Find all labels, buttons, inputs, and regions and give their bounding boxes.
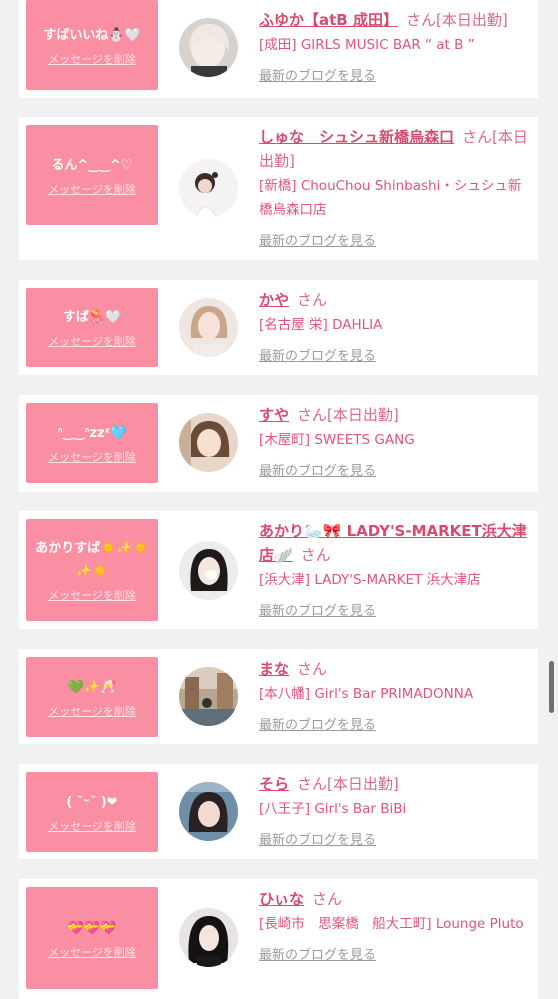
latest-blog-link[interactable]: 最新のブログを見る <box>259 460 376 479</box>
cast-name-link[interactable]: まな <box>259 660 289 678</box>
latest-blog-link[interactable]: 最新のブログを見る <box>259 345 376 364</box>
avatar[interactable] <box>179 18 238 77</box>
list-item: るん^‿‿^♡ メッセージを削除 しゅな シュシュ新橋烏森口 さん[本日出勤] [… <box>19 117 538 260</box>
item-info: ふゆか【atB 成田】 さん[本日出勤] [成田] GIRLS MUSIC BAR… <box>259 8 531 84</box>
latest-blog-link[interactable]: 最新のブログを見る <box>259 944 376 963</box>
shop-name: [浜大津] LADY'S-MARKET 浜大津店 <box>259 572 481 588</box>
avatar-photo-icon <box>179 541 238 600</box>
avatar[interactable] <box>179 908 238 967</box>
delete-message-link[interactable]: メッセージを削除 <box>48 51 136 67</box>
item-info: かや さん [名古屋 栄] DAHLIA 最新のブログを見る <box>259 288 531 364</box>
delete-message-link[interactable]: メッセージを削除 <box>48 818 136 834</box>
message-bubble: ᐢ‿‿ᐢzzᶻ🩵 メッセージを削除 <box>26 403 158 483</box>
avatar-photo-icon <box>179 298 238 357</box>
message-bubble: ( ˘ᵕ˘ )❤ メッセージを削除 <box>26 772 158 852</box>
delete-message-link[interactable]: メッセージを削除 <box>48 703 136 719</box>
message-text: 💚✨🥂 <box>67 679 117 695</box>
message-text: 💝💝💝 <box>67 920 117 936</box>
scrollbar[interactable] <box>549 661 554 713</box>
list-item: すば🪼🤍 メッセージを削除 かや さん [名古屋 栄] DAHLIA 最新のブログ… <box>19 280 538 375</box>
item-info: しゅな シュシュ新橋烏森口 さん[本日出勤] [新橋] ChouChou Shin… <box>259 125 531 249</box>
delete-message-link[interactable]: メッセージを削除 <box>48 944 136 960</box>
delete-message-link[interactable]: メッセージを削除 <box>48 449 136 465</box>
shop-name: [長崎市 思案橋 船大工町] Lounge Pluto <box>259 916 524 932</box>
cast-name-link[interactable]: ふゆか【atB 成田】 <box>259 11 398 29</box>
status-tag: [本日出勤] <box>327 775 399 793</box>
status-tag: [本日出勤] <box>327 406 399 424</box>
shop-name: [八王子] Girl's Bar BiBi <box>259 801 407 817</box>
shop-name: [成田] GIRLS MUSIC BAR “ at B ” <box>259 37 475 53</box>
message-text: すばいいね⛄🤍 <box>43 27 141 43</box>
message-bubble: るん^‿‿^♡ メッセージを削除 <box>26 125 158 225</box>
shop-name: [名古屋 栄] DAHLIA <box>259 317 383 333</box>
honorific: さん <box>297 775 328 793</box>
message-text: ( ˘ᵕ˘ )❤ <box>66 794 118 810</box>
cast-name-link[interactable]: あかり🦢🎀 LADY'S-MARKET浜大津店🪽 <box>259 522 527 564</box>
cast-name-link[interactable]: そら <box>259 775 289 793</box>
list-item: ( ˘ᵕ˘ )❤ メッセージを削除 そら さん[本日出勤] [八王子] Girl'… <box>19 764 538 859</box>
delete-message-link[interactable]: メッセージを削除 <box>48 333 136 349</box>
latest-blog-link[interactable]: 最新のブログを見る <box>259 230 376 249</box>
delete-message-link[interactable]: メッセージを削除 <box>48 587 136 603</box>
cast-name-link[interactable]: ひぃな <box>259 890 304 908</box>
item-info: あかり🦢🎀 LADY'S-MARKET浜大津店🪽 さん [浜大津] LADY'S-… <box>259 519 531 619</box>
message-text: ᐢ‿‿ᐢzzᶻ🩵 <box>57 425 127 441</box>
latest-blog-link[interactable]: 最新のブログを見る <box>259 829 376 848</box>
list-item: 💚✨🥂 メッセージを削除 まな さん [本八幡] Girl's Bar PRIMA… <box>19 649 538 744</box>
message-bubble: あかりすば☀️✨☀️✨☀️ メッセージを削除 <box>26 519 158 621</box>
shop-name: [新橋] ChouChou Shinbashi・シュシュ新橋烏森口店 <box>259 178 522 218</box>
avatar[interactable] <box>179 413 238 472</box>
message-bubble: 💚✨🥂 メッセージを削除 <box>26 657 158 737</box>
avatar[interactable] <box>179 298 238 357</box>
list-item: あかりすば☀️✨☀️✨☀️ メッセージを削除 あかり🦢🎀 LADY'S-MARK… <box>19 511 538 629</box>
honorific: さん <box>300 546 331 564</box>
honorific: さん <box>405 11 436 29</box>
avatar-photo-icon <box>179 159 238 218</box>
item-info: そら さん[本日出勤] [八王子] Girl's Bar BiBi 最新のブログを… <box>259 772 531 848</box>
avatar[interactable] <box>179 159 238 218</box>
honorific: さん <box>297 660 328 678</box>
latest-blog-link[interactable]: 最新のブログを見る <box>259 600 376 619</box>
message-text: あかりすば☀️✨☀️✨☀️ <box>35 541 149 579</box>
cast-name-link[interactable]: しゅな シュシュ新橋烏森口 <box>259 128 454 146</box>
avatar-photo-icon <box>179 413 238 472</box>
message-bubble: すば🪼🤍 メッセージを削除 <box>26 288 158 367</box>
item-info: まな さん [本八幡] Girl's Bar PRIMADONNA 最新のブログを… <box>259 657 531 733</box>
latest-blog-link[interactable]: 最新のブログを見る <box>259 65 376 84</box>
message-bubble: 💝💝💝 メッセージを削除 <box>26 887 158 989</box>
avatar-photo-icon <box>179 667 238 726</box>
honorific: さん <box>312 890 343 908</box>
list-item: ᐢ‿‿ᐢzzᶻ🩵 メッセージを削除 すや さん[本日出勤] [木屋町] SWEET… <box>19 395 538 492</box>
honorific: さん <box>462 128 493 146</box>
shop-name: [木屋町] SWEETS GANG <box>259 432 415 448</box>
avatar-photo-icon <box>179 908 238 967</box>
item-info: ひぃな さん [長崎市 思案橋 船大工町] Lounge Pluto 最新のブログ… <box>259 887 531 963</box>
status-tag: [本日出勤] <box>435 11 508 29</box>
cast-name-link[interactable]: すや <box>259 406 289 424</box>
avatar-photo-icon <box>179 782 238 841</box>
avatar[interactable] <box>179 541 238 600</box>
shop-name: [本八幡] Girl's Bar PRIMADONNA <box>259 686 474 702</box>
avatar[interactable] <box>179 667 238 726</box>
message-text: すば🪼🤍 <box>62 310 122 325</box>
list-item: すばいいね⛄🤍 メッセージを削除 ふゆか【atB 成田】 さん[本日出勤] [成田… <box>19 0 538 98</box>
message-text: るん^‿‿^♡ <box>51 157 133 173</box>
latest-blog-link[interactable]: 最新のブログを見る <box>259 714 376 733</box>
list-item: 💝💝💝 メッセージを削除 ひぃな さん [長崎市 思案橋 船大工町] Lounge… <box>19 879 538 999</box>
item-info: すや さん[本日出勤] [木屋町] SWEETS GANG 最新のブログを見る <box>259 403 531 479</box>
message-bubble: すばいいね⛄🤍 メッセージを削除 <box>26 0 158 90</box>
honorific: さん <box>297 291 328 309</box>
honorific: さん <box>297 406 328 424</box>
delete-message-link[interactable]: メッセージを削除 <box>48 181 136 197</box>
avatar[interactable] <box>179 782 238 841</box>
avatar-photo-icon <box>179 18 238 77</box>
cast-name-link[interactable]: かや <box>259 291 289 309</box>
